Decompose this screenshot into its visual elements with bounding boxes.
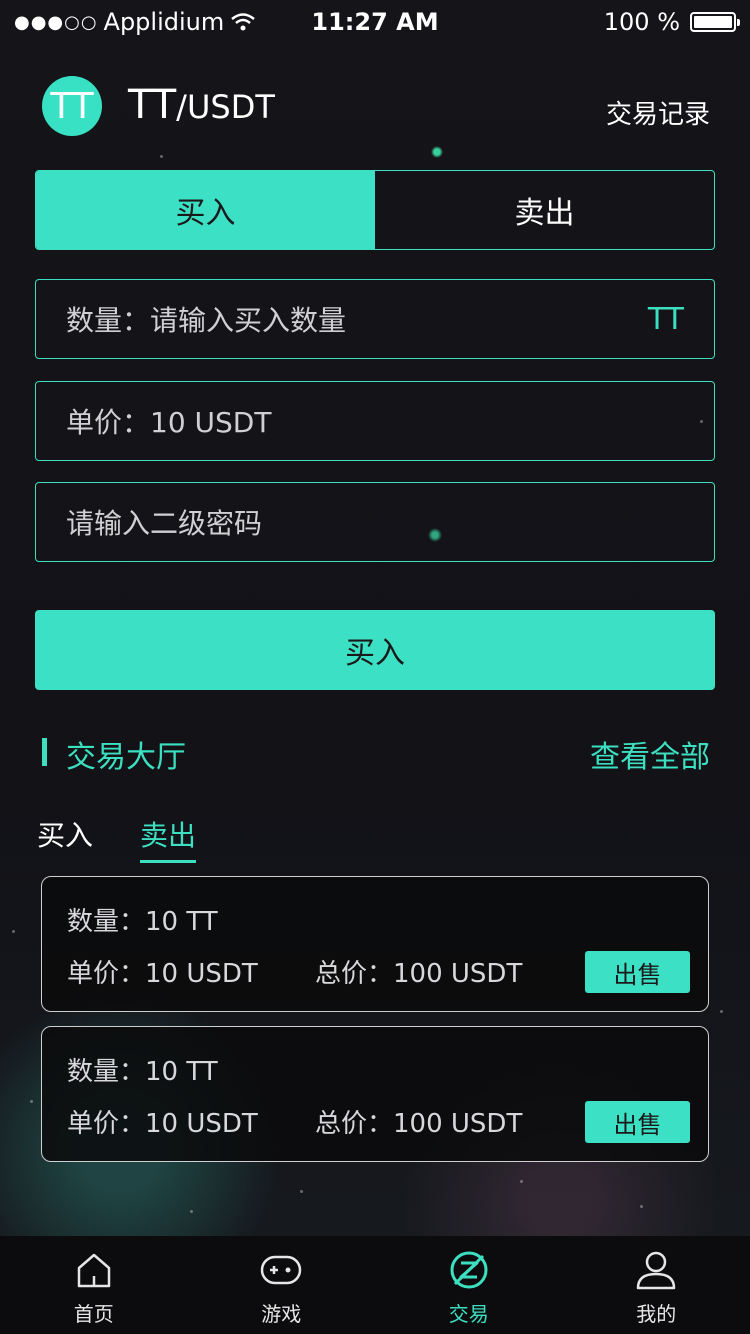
order-quantity: 数量：10 TT (67, 1057, 218, 1087)
hall-tab-sell[interactable]: 卖出 (140, 814, 197, 863)
buy-sell-toggle: 买入 卖出 (35, 170, 715, 250)
section-marker (42, 738, 47, 766)
order-price: 单价：10 USDT (67, 1109, 258, 1139)
buy-button[interactable]: 买入 (35, 610, 715, 690)
trade-record-link[interactable]: 交易记录 (606, 94, 710, 131)
bottom-tab-bar: 首页 游戏 交易 我的 (0, 1236, 750, 1334)
home-icon (77, 1253, 110, 1288)
tab-profile[interactable]: 我的 (563, 1236, 750, 1334)
sell-order-button[interactable]: 出售 (585, 951, 690, 993)
order-card: 数量：10 TT 单价：10 USDT 总价：100 USDT 出售 (41, 1026, 709, 1162)
price-field: 单价：10 USDT (35, 381, 715, 461)
tab-home[interactable]: 首页 (0, 1236, 188, 1334)
gamepad-icon (261, 1255, 302, 1285)
user-icon (637, 1251, 676, 1290)
pair-quote: /USDT (176, 88, 275, 126)
quantity-input[interactable]: 请输入买入数量 (150, 299, 346, 339)
password-field[interactable]: 请输入二级密码 (35, 482, 715, 562)
buy-tab[interactable]: 买入 (36, 171, 375, 249)
order-total: 总价：100 USDT (315, 1109, 523, 1139)
price-value: 单价：10 USDT (66, 406, 272, 439)
order-total: 总价：100 USDT (315, 959, 523, 989)
quantity-field[interactable]: 数量： 请输入买入数量 TT (35, 279, 715, 359)
password-input[interactable]: 请输入二级密码 (66, 502, 262, 542)
battery-icon (690, 12, 740, 32)
sell-order-button[interactable]: 出售 (585, 1101, 690, 1143)
tab-trade-label: 交易 (448, 1302, 489, 1326)
quantity-unit: TT (647, 301, 684, 337)
trading-pair-title: TT/USDT (128, 82, 275, 128)
hall-tab-buy[interactable]: 买入 (37, 814, 93, 854)
sell-tab[interactable]: 卖出 (375, 171, 714, 249)
battery-percentage: 100 % (603, 8, 680, 36)
coin-logo: TT (42, 76, 102, 136)
tab-trade[interactable]: 交易 (375, 1236, 563, 1334)
quantity-label: 数量： (66, 304, 151, 337)
tab-home-label: 首页 (73, 1302, 114, 1326)
trade-icon (450, 1251, 488, 1289)
order-price: 单价：10 USDT (67, 959, 258, 989)
tab-games-label: 游戏 (261, 1302, 302, 1326)
tab-profile-label: 我的 (636, 1302, 677, 1326)
tab-games[interactable]: 游戏 (188, 1236, 376, 1334)
order-card: 数量：10 TT 单价：10 USDT 总价：100 USDT 出售 (41, 876, 709, 1012)
status-bar: ●●●○○ Applidium 11:27 AM 100 % (0, 0, 750, 44)
order-quantity: 数量：10 TT (67, 907, 218, 937)
pair-base: TT (128, 82, 177, 128)
trading-hall-title: 交易大厅 (66, 740, 186, 775)
view-all-link[interactable]: 查看全部 (590, 732, 710, 776)
